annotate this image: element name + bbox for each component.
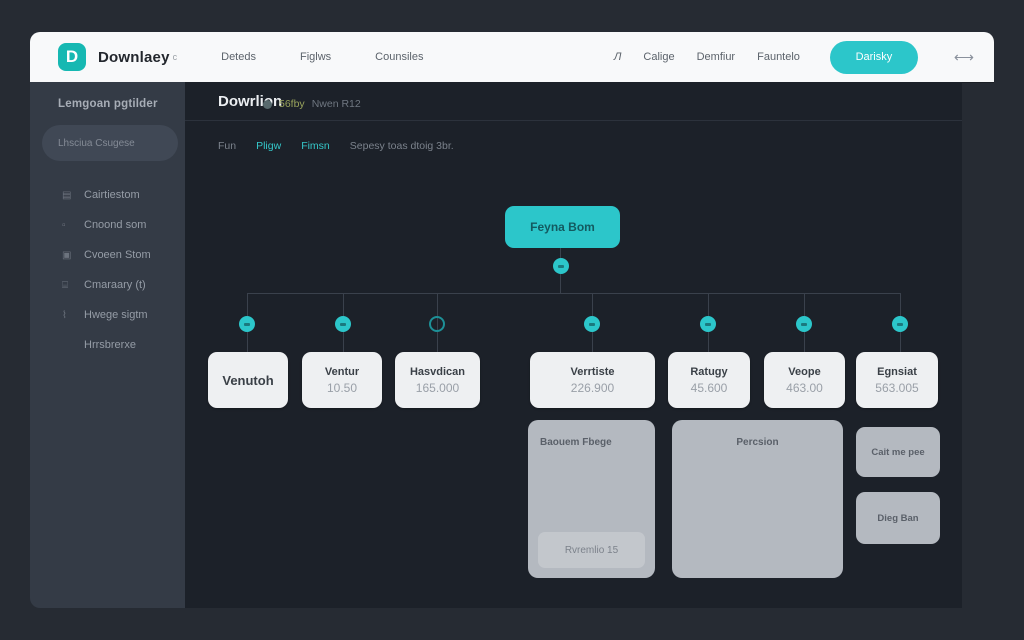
node-dot-icon-7[interactable] xyxy=(892,316,908,332)
menu-item-icon: ⌇ xyxy=(62,310,84,321)
action-tile-bottom[interactable]: Dieg Ban xyxy=(856,492,940,544)
sidebar: Lemgoan pgtilder Lhsciua Csugese ▤ Cairt… xyxy=(30,82,185,608)
status-dot-icon xyxy=(263,100,272,109)
node-card-7[interactable]: Egnsiat 563.005 xyxy=(856,352,938,408)
node-title: Ratugy xyxy=(690,366,727,378)
sidebar-item-2[interactable]: ▫ Cnoond som xyxy=(30,210,185,240)
node-dot-icon-4[interactable] xyxy=(584,316,600,332)
filter-bar: Fun Pligw Fimsn Sepesy toas dtoig 3br. xyxy=(218,140,454,152)
status-text: Nwen R12 xyxy=(312,98,361,110)
filter-item-3[interactable]: Fimsn xyxy=(301,140,330,152)
nav-right-link-1[interactable]: Calige xyxy=(643,51,674,63)
detail-panel-left[interactable]: Baouem Fbege Rvremlio 15 xyxy=(528,420,655,578)
node-value: 45.600 xyxy=(691,381,728,395)
sidebar-item-3[interactable]: ▣ Cvoeen Stom xyxy=(30,240,185,270)
primary-nav: Deteds Figlws Counsiles xyxy=(221,51,423,63)
node-title: Veope xyxy=(788,366,820,378)
root-connector-dot-icon[interactable] xyxy=(553,258,569,274)
tile-label: Cait me pee xyxy=(871,447,924,458)
filter-description: Sepesy toas dtoig 3br. xyxy=(350,140,454,152)
menu-item-icon: ⌸ xyxy=(62,280,84,291)
node-card-5[interactable]: Ratugy 45.600 xyxy=(668,352,750,408)
brand-suffix: c xyxy=(173,52,178,62)
sidebar-item-label: Cvoeen Stom xyxy=(84,249,151,261)
sidebar-title: Lemgoan pgtilder xyxy=(58,98,158,110)
sidebar-item-4[interactable]: ⌸ Cmaraary (t) xyxy=(30,270,185,300)
root-node-button[interactable]: Feyna Bom xyxy=(505,206,620,248)
header-divider xyxy=(185,120,962,121)
app-window: D Downlaey c Deteds Figlws Counsiles Л C… xyxy=(0,0,1024,640)
node-dot-icon-2[interactable] xyxy=(335,316,351,332)
brand-name: Downlaey xyxy=(98,49,170,66)
node-dot-icon-5[interactable] xyxy=(700,316,716,332)
status-highlight: 56fby xyxy=(279,98,305,110)
panel-title: Baouem Fbege xyxy=(540,437,612,448)
main-content: Dowrlion 56fby Nwen R12 Fun Pligw Fimsn … xyxy=(185,82,962,608)
filter-item-2[interactable]: Pligw xyxy=(256,140,281,152)
node-card-6[interactable]: Veope 463.00 xyxy=(764,352,845,408)
node-value: 10.50 xyxy=(327,381,357,395)
node-title: Egnsiat xyxy=(877,366,917,378)
sidebar-item-1[interactable]: ▤ Cairtiestom xyxy=(30,180,185,210)
secondary-nav: Л Calige Demfiur Fauntelo Darisky ⟷ xyxy=(614,41,974,74)
tools-icon[interactable]: Л xyxy=(614,51,622,63)
node-title: Verrtiste xyxy=(570,366,614,378)
action-tile-top[interactable]: Cait me pee xyxy=(856,427,940,477)
node-title: Ventur xyxy=(325,366,359,378)
node-card-1[interactable]: Venutoh xyxy=(208,352,288,408)
detail-panel-center[interactable]: Percsion xyxy=(672,420,843,578)
nav-link-1[interactable]: Deteds xyxy=(221,51,256,63)
filter-item-1[interactable]: Fun xyxy=(218,140,236,152)
node-dot-icon-3[interactable] xyxy=(429,316,445,332)
menu-item-icon: ▤ xyxy=(62,190,84,201)
sidebar-search-value: Lhsciua Csugese xyxy=(58,138,135,149)
tile-label: Dieg Ban xyxy=(877,513,918,524)
panel-inner-chip[interactable]: Rvremlio 15 xyxy=(538,532,645,568)
brand-logo-icon[interactable]: D xyxy=(58,43,86,71)
node-dot-icon-1[interactable] xyxy=(239,316,255,332)
sidebar-item-label: Cnoond som xyxy=(84,219,146,231)
node-value: 165.000 xyxy=(416,381,459,395)
sidebar-search-input[interactable]: Lhsciua Csugese xyxy=(42,125,178,161)
sidebar-item-label: Hrrsbrerxe xyxy=(84,339,136,351)
primary-cta-button[interactable]: Darisky xyxy=(830,41,918,74)
menu-item-icon: ▫ xyxy=(62,220,84,231)
panel-title: Percsion xyxy=(736,437,778,448)
nav-right-link-3[interactable]: Fauntelo xyxy=(757,51,800,63)
sidebar-item-5[interactable]: ⌇ Hwege sigtm xyxy=(30,300,185,330)
node-value: 463.00 xyxy=(786,381,823,395)
sidebar-item-label: Cmaraary (t) xyxy=(84,279,146,291)
connector-line xyxy=(247,293,901,294)
sidebar-item-6[interactable]: Hrrsbrerxe xyxy=(30,330,185,360)
sidebar-menu: ▤ Cairtiestom ▫ Cnoond som ▣ Cvoeen Stom… xyxy=(30,180,185,360)
menu-item-icon: ▣ xyxy=(62,250,84,261)
node-card-2[interactable]: Ventur 10.50 xyxy=(302,352,382,408)
top-navbar: D Downlaey c Deteds Figlws Counsiles Л C… xyxy=(30,32,994,82)
panel-inner-label: Rvremlio 15 xyxy=(565,545,618,556)
node-card-4[interactable]: Verrtiste 226.900 xyxy=(530,352,655,408)
node-dot-icon-6[interactable] xyxy=(796,316,812,332)
expand-horizontal-icon[interactable]: ⟷ xyxy=(954,49,974,66)
node-title: Venutoh xyxy=(222,373,273,388)
node-value: 563.005 xyxy=(875,381,918,395)
node-card-3[interactable]: Hasvdican 165.000 xyxy=(395,352,480,408)
status-indicator: 56fby Nwen R12 xyxy=(263,98,361,110)
nav-link-3[interactable]: Counsiles xyxy=(375,51,423,63)
nav-right-link-2[interactable]: Demfiur xyxy=(697,51,736,63)
nav-link-2[interactable]: Figlws xyxy=(300,51,331,63)
sidebar-item-label: Hwege sigtm xyxy=(84,309,148,321)
sidebar-item-label: Cairtiestom xyxy=(84,189,140,201)
node-title: Hasvdican xyxy=(410,366,465,378)
node-value: 226.900 xyxy=(571,381,614,395)
